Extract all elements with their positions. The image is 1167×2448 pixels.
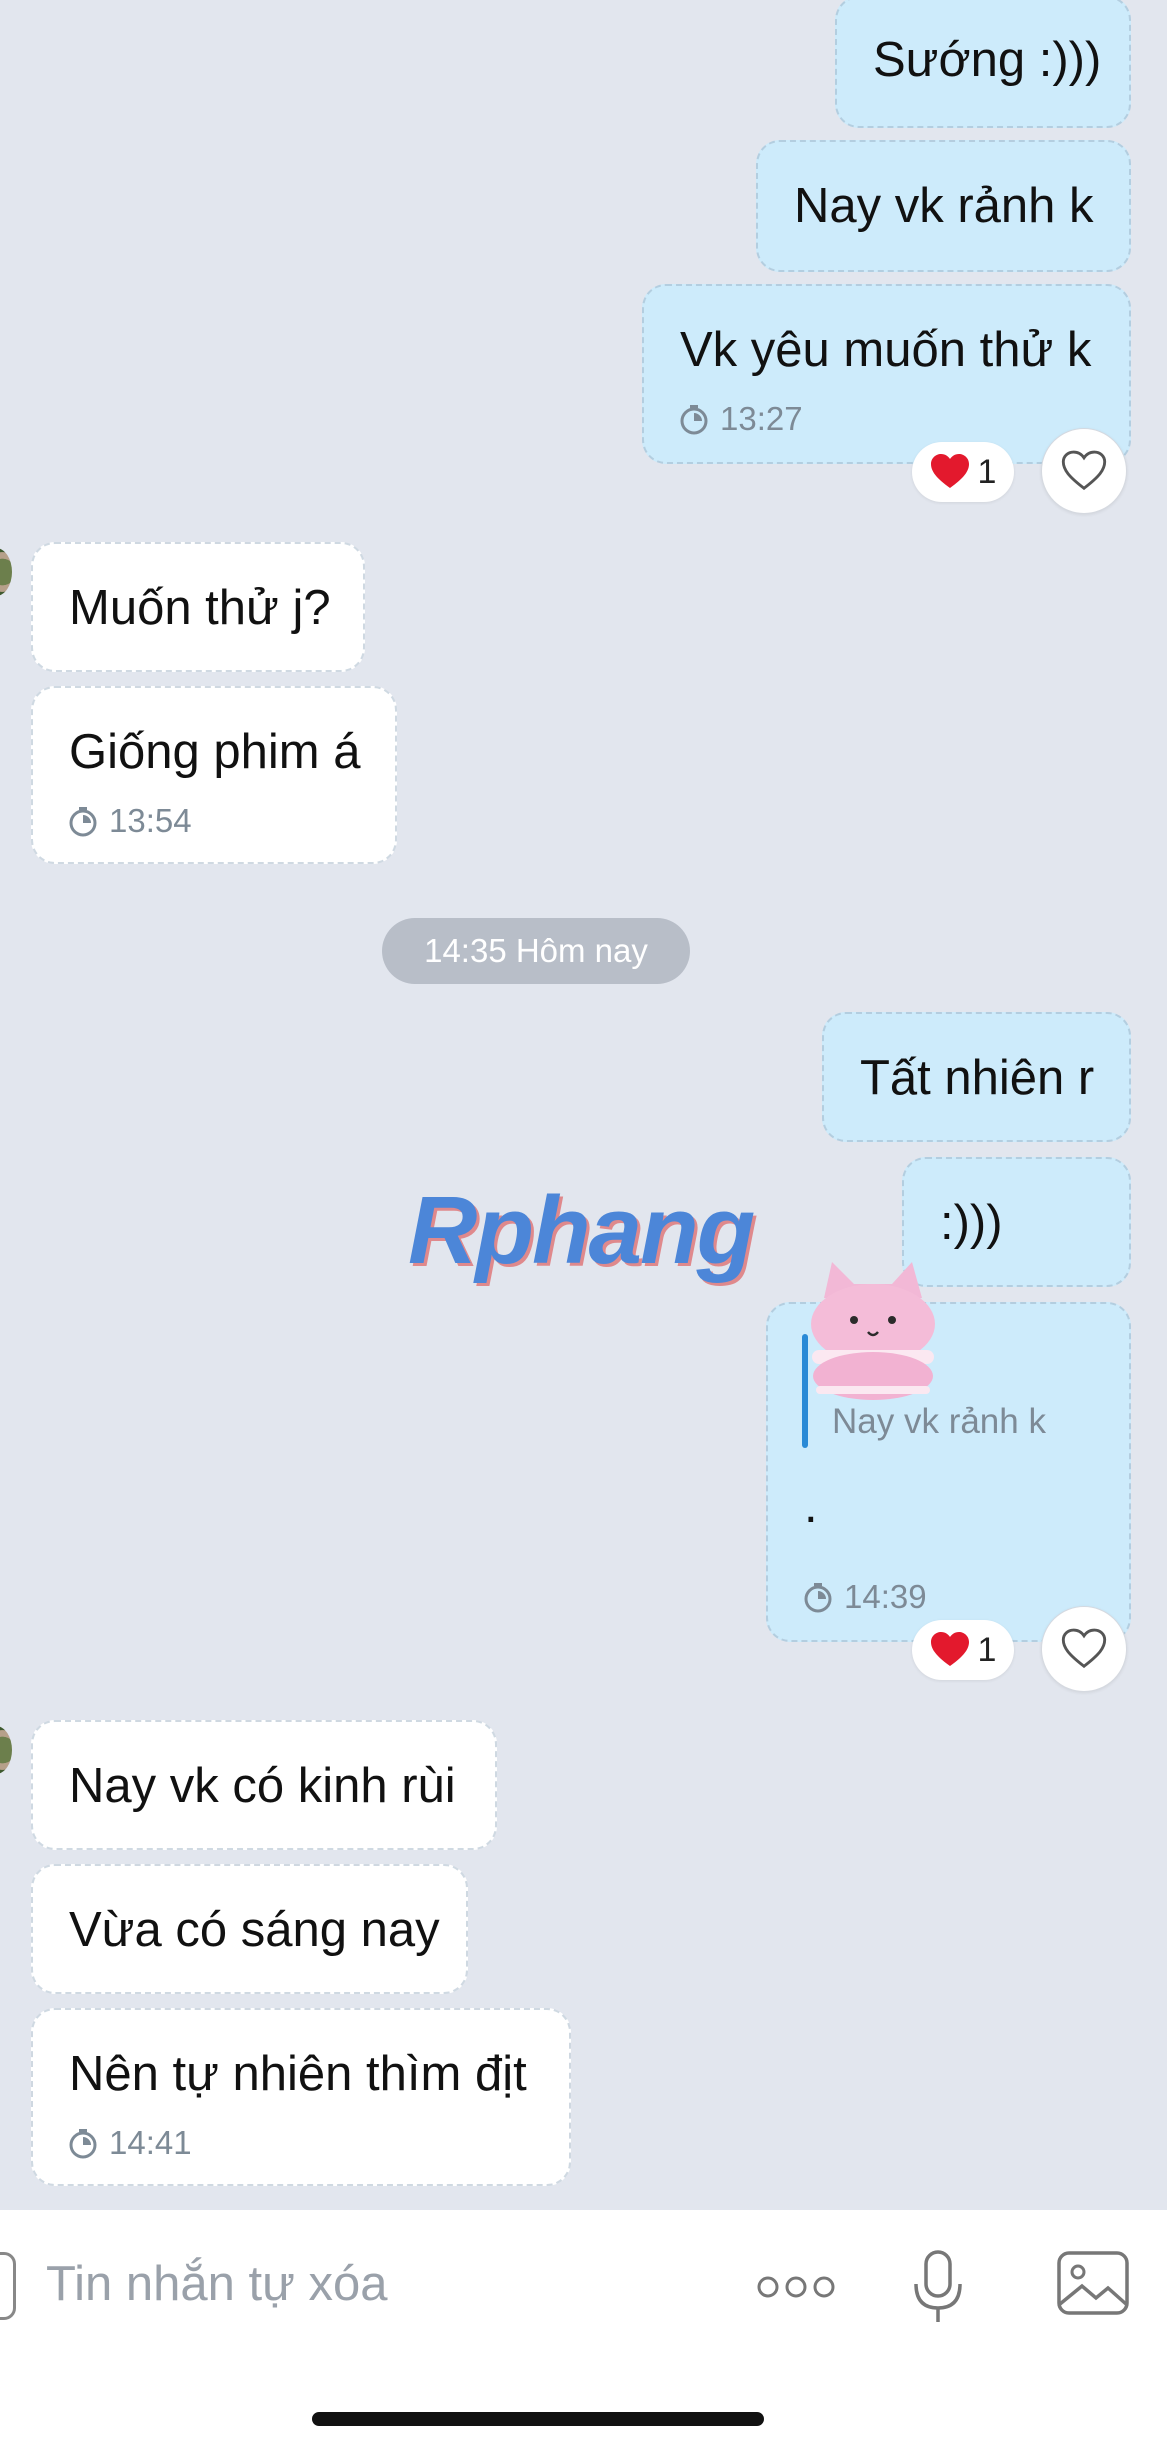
message-input-bar: Tin nhắn tự xóa	[0, 2210, 1167, 2448]
message-time: 13:27	[678, 402, 803, 435]
watermark: Rphang	[408, 1177, 755, 1284]
message-bubble-received[interactable]: Nay vk có kinh rùi	[31, 1720, 497, 1850]
home-indicator	[312, 2412, 764, 2426]
message-bubble-received[interactable]: Muốn thử j?	[31, 542, 365, 672]
message-time: 13:54	[67, 804, 192, 837]
message-text: Tất nhiên r	[860, 1051, 1095, 1105]
heart-outline-icon	[1061, 450, 1107, 491]
message-text: Vừa có sáng nay	[69, 1903, 440, 1957]
reaction-count: 1	[977, 452, 997, 491]
message-time-text: 14:39	[844, 1578, 927, 1615]
react-heart-button[interactable]	[1041, 428, 1127, 514]
message-text: :)))	[940, 1196, 1003, 1250]
microphone-icon[interactable]	[910, 2248, 966, 2326]
reaction-count: 1	[977, 1630, 997, 1669]
message-bubble-received[interactable]: Giống phim á 13:54	[31, 686, 397, 864]
timer-icon	[680, 404, 708, 434]
timer-icon	[69, 806, 97, 836]
message-input[interactable]: Tin nhắn tự xóa	[46, 2256, 388, 2312]
message-text: Sướng :)))	[873, 33, 1102, 87]
message-text: Nên tự nhiên thìm địt	[69, 2047, 527, 2101]
react-heart-button[interactable]	[1041, 1606, 1127, 1692]
message-bubble-sent[interactable]: Tất nhiên r	[822, 1012, 1131, 1142]
message-time-text: 13:27	[720, 400, 803, 437]
message-bubble-sent[interactable]: Nay vk rảnh k	[756, 140, 1131, 272]
message-text: Giống phim á	[69, 725, 361, 779]
message-time: 14:39	[802, 1580, 927, 1613]
message-text: Muốn thử j?	[69, 581, 331, 635]
date-separator: 14:35 Hôm nay	[382, 918, 690, 984]
heart-outline-icon	[1061, 1628, 1107, 1669]
message-text: Nay vk rảnh k	[794, 179, 1094, 233]
sender-avatar[interactable]	[0, 1726, 12, 1774]
reply-quote-text: Nay vk rảnh k	[832, 1402, 1046, 1441]
input-left-edge	[0, 2252, 16, 2320]
cat-sticker	[811, 1262, 935, 1400]
more-dots-icon[interactable]	[756, 2272, 836, 2302]
message-bubble-sent[interactable]: Sướng :)))	[835, 0, 1131, 128]
message-text: .	[804, 1479, 818, 1533]
message-bubble-received[interactable]: Vừa có sáng nay	[31, 1864, 468, 1994]
image-icon[interactable]	[1056, 2250, 1130, 2316]
message-text: Vk yêu muốn thử k	[680, 323, 1092, 377]
reaction-badge[interactable]: 1	[912, 1620, 1014, 1680]
message-time: 14:41	[67, 2126, 192, 2159]
message-text: Nay vk có kinh rùi	[69, 1759, 456, 1813]
timer-icon	[804, 1582, 832, 1612]
message-bubble-received[interactable]: Nên tự nhiên thìm địt 14:41	[31, 2008, 571, 2186]
reaction-badge[interactable]: 1	[912, 442, 1014, 502]
heart-reaction-icon	[930, 1632, 969, 1666]
message-time-text: 13:54	[109, 802, 192, 839]
heart-reaction-icon	[930, 454, 969, 488]
timer-icon	[69, 2128, 97, 2158]
sender-avatar[interactable]	[0, 548, 12, 596]
message-time-text: 14:41	[109, 2124, 192, 2161]
